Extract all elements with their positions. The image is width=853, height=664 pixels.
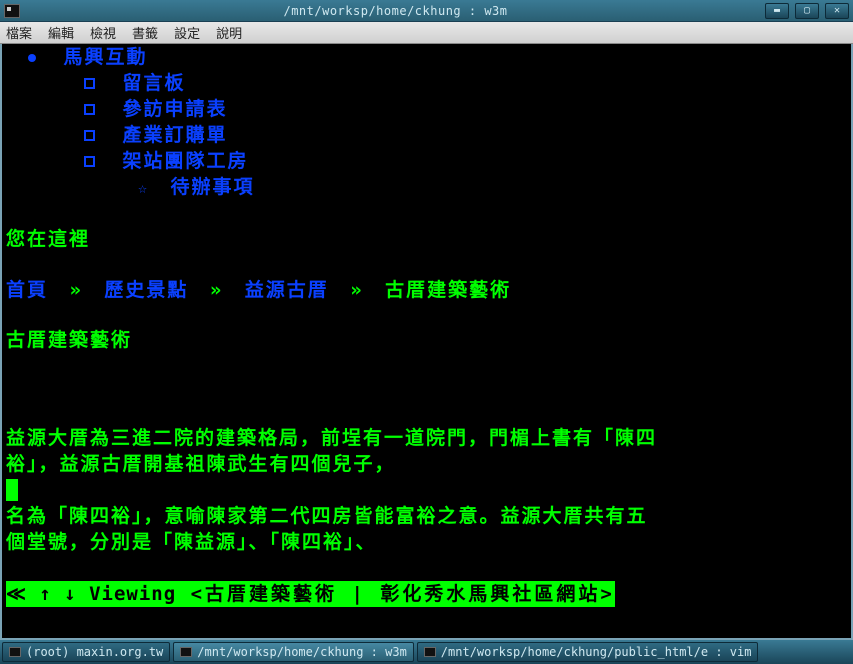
menu-bar: 檔案 編輯 檢視 書籤 設定 說明 [0, 22, 853, 44]
menu-help[interactable]: 說明 [216, 23, 242, 42]
nav-link[interactable]: 參訪申請表 [122, 98, 227, 120]
cursor-line [6, 477, 847, 503]
square-icon [84, 78, 95, 89]
terminal-area[interactable]: 馬興互動 留言板 參訪申請表 產業訂購單 架站團隊工房 ☆ 待辦事項 [0, 44, 853, 640]
close-button[interactable]: ✕ [825, 3, 849, 19]
task-item-vim[interactable]: /mnt/worksp/home/ckhung/public_html/e : … [417, 642, 759, 662]
square-icon [84, 130, 95, 141]
page-heading: 古厝建築藝術 [6, 327, 847, 353]
nav-sub-item: ☆ 待辦事項 [138, 174, 847, 201]
breadcrumb-sep: » [210, 279, 223, 301]
task-item-ssh[interactable]: (root) maxin.org.tw [2, 642, 170, 662]
breadcrumb-sep: » [350, 279, 363, 301]
task-item-w3m[interactable]: /mnt/worksp/home/ckhung : w3m [173, 642, 414, 662]
task-label: (root) maxin.org.tw [26, 645, 163, 659]
nav-link-sub[interactable]: 待辦事項 [170, 176, 254, 198]
nav-item: 留言板 [84, 70, 847, 96]
menu-bookmarks[interactable]: 書籤 [132, 23, 158, 42]
maximize-button[interactable]: ▢ [795, 3, 819, 19]
breadcrumb: 首頁 » 歷史景點 » 益源古厝 » 古厝建築藝術 [6, 277, 847, 303]
window-title: /mnt/worksp/home/ckhung : w3m [26, 4, 765, 18]
nav-top-item: 馬興互動 [28, 44, 847, 70]
breadcrumb-sep: » [69, 279, 82, 301]
star-icon: ☆ [138, 179, 147, 197]
terminal-icon [180, 647, 192, 657]
terminal-icon [424, 647, 436, 657]
nav-list: 馬興互動 留言板 參訪申請表 產業訂購單 架站團隊工房 ☆ 待辦事項 [6, 44, 847, 201]
terminal-icon [4, 4, 20, 18]
status-doc: <古厝建築藝術 | 彰化秀水馬興社區網站> [176, 583, 615, 605]
status-prefix: ≪ ↑ ↓ [6, 583, 89, 605]
minimize-button[interactable]: ▬ [765, 3, 789, 19]
nav-link[interactable]: 產業訂購單 [122, 124, 227, 146]
menu-edit[interactable]: 編輯 [48, 23, 74, 42]
location-label: 您在這裡 [6, 226, 847, 252]
nav-link[interactable]: 架站團隊工房 [122, 150, 248, 172]
menu-view[interactable]: 檢視 [90, 23, 116, 42]
window-buttons: ▬ ▢ ✕ [765, 3, 849, 19]
nav-item: 產業訂購單 [84, 122, 847, 148]
window-titlebar: /mnt/worksp/home/ckhung : w3m ▬ ▢ ✕ [0, 0, 853, 22]
w3m-status-bar: ≪ ↑ ↓ Viewing <古厝建築藝術 | 彰化秀水馬興社區網站> [6, 581, 615, 607]
breadcrumb-lvl1[interactable]: 歷史景點 [104, 279, 188, 301]
nav-item: 參訪申請表 [84, 96, 847, 122]
body-line: 裕」，益源古厝開基祖陳武生有四個兒子， [6, 451, 847, 477]
breadcrumb-current: 古厝建築藝術 [385, 279, 511, 301]
task-label: /mnt/worksp/home/ckhung : w3m [197, 645, 407, 659]
nav-link-top[interactable]: 馬興互動 [63, 46, 147, 68]
cursor-icon [6, 479, 18, 501]
taskbar: (root) maxin.org.tw /mnt/worksp/home/ckh… [0, 640, 853, 664]
nav-item: 架站團隊工房 [84, 148, 847, 174]
square-icon [84, 156, 95, 167]
breadcrumb-home[interactable]: 首頁 [6, 279, 48, 301]
body-line: 個堂號，分別是「陳益源」、「陳四裕」、 [6, 529, 847, 555]
menu-settings[interactable]: 設定 [174, 23, 200, 42]
task-label: /mnt/worksp/home/ckhung/public_html/e : … [441, 645, 752, 659]
body-line: 益源大厝為三進二院的建築格局，前埕有一道院門，門楣上書有「陳四 [6, 425, 847, 451]
nav-link[interactable]: 留言板 [122, 72, 185, 94]
body-paragraph: 益源大厝為三進二院的建築格局，前埕有一道院門，門楣上書有「陳四 裕」，益源古厝開… [6, 425, 847, 555]
status-viewing: Viewing [89, 583, 176, 605]
bullet-icon [28, 54, 36, 62]
terminal-icon [9, 647, 21, 657]
menu-file[interactable]: 檔案 [6, 23, 32, 42]
breadcrumb-lvl2[interactable]: 益源古厝 [245, 279, 329, 301]
body-line: 名為「陳四裕」，意喻陳家第二代四房皆能富裕之意。益源大厝共有五 [6, 503, 847, 529]
square-icon [84, 104, 95, 115]
